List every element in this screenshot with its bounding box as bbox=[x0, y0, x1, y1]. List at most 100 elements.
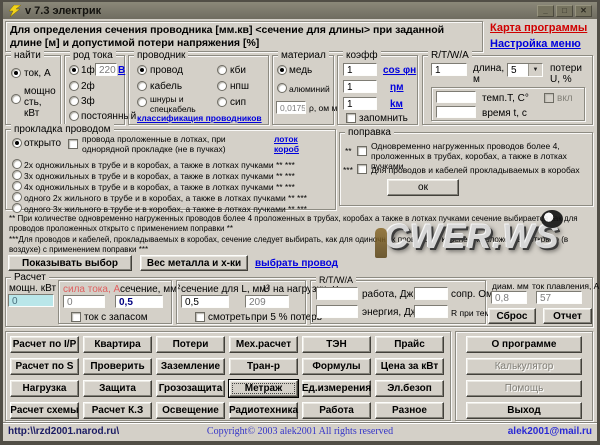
watch-checkbox[interactable] bbox=[195, 312, 205, 322]
wire-radio[interactable] bbox=[137, 65, 147, 75]
menu-raschet-skhemy-button[interactable]: Расчет схемы bbox=[10, 402, 79, 419]
eta-field[interactable]: 1 bbox=[343, 80, 377, 93]
menu-osveshchenie-button[interactable]: Освещение bbox=[156, 402, 225, 419]
minimize-button[interactable]: _ bbox=[537, 5, 554, 17]
menu-el-bezop-button[interactable]: Эл.безоп bbox=[375, 380, 444, 397]
menu-raschet-kz-button[interactable]: Расчет К.З bbox=[83, 402, 152, 419]
reset-button[interactable]: Сброс bbox=[488, 308, 536, 324]
conductor-classification-link[interactable]: классификация проводников bbox=[137, 113, 262, 123]
k-link[interactable]: kм bbox=[390, 99, 403, 110]
report-button[interactable]: Отчет bbox=[543, 308, 592, 324]
calculator-button[interactable]: Калькулятор bbox=[466, 358, 582, 375]
menu-grozozashchita-button[interactable]: Грозозащита bbox=[156, 380, 225, 397]
show-selection-button[interactable]: Показывать выбор bbox=[8, 255, 132, 271]
exit-button[interactable]: Выход bbox=[466, 402, 582, 419]
menu-settings-link[interactable]: Настройка меню bbox=[490, 39, 581, 50]
r-at-temp-field[interactable] bbox=[414, 305, 448, 318]
melting-current-field[interactable]: 57 bbox=[536, 291, 582, 304]
work-field[interactable] bbox=[316, 287, 358, 300]
program-map-link[interactable]: Карта программы bbox=[490, 23, 587, 34]
current-value-field[interactable]: 0 bbox=[63, 295, 105, 308]
email-link[interactable]: alek2001@mail.ru bbox=[508, 426, 592, 437]
correction-checkbox-1[interactable] bbox=[357, 146, 367, 156]
resistivity-field[interactable]: 0,0175 bbox=[276, 101, 306, 114]
menu-poteri-button[interactable]: Потери bbox=[156, 336, 225, 353]
menu-radiotekhnika-button[interactable]: Радиотехника bbox=[229, 402, 298, 419]
menu-metrazh-button[interactable]: Метраж bbox=[229, 380, 298, 397]
k-field[interactable]: 1 bbox=[343, 97, 377, 110]
tray-single-row-checkbox[interactable] bbox=[68, 139, 78, 149]
aluminum-radio[interactable] bbox=[277, 83, 287, 93]
choose-wire-link[interactable]: выбрать провод bbox=[255, 258, 338, 269]
menu-ten-button[interactable]: ТЭН bbox=[302, 336, 371, 353]
help-button[interactable]: Помощь bbox=[466, 380, 582, 397]
phase3-label: 3ф bbox=[81, 96, 95, 107]
temperature-field[interactable] bbox=[436, 91, 476, 103]
menu-proverit-button[interactable]: Проверить bbox=[83, 358, 152, 375]
phase2-radio[interactable] bbox=[69, 81, 79, 91]
correction-label-2: Для проводов и кабелей прокладываемых в … bbox=[371, 165, 580, 175]
menu-rabota-button[interactable]: Работа bbox=[302, 402, 371, 419]
laying-open-radio[interactable] bbox=[12, 138, 22, 148]
remember-checkbox[interactable] bbox=[346, 113, 356, 123]
maximize-button[interactable]: □ bbox=[556, 5, 573, 17]
kbi-radio[interactable] bbox=[217, 65, 227, 75]
copper-radio[interactable] bbox=[277, 65, 287, 75]
menu-raznoe-button[interactable]: Разное bbox=[375, 402, 444, 419]
correction-checkbox-2[interactable] bbox=[357, 164, 367, 174]
length-field[interactable]: 1 bbox=[431, 63, 467, 76]
current-reserve-checkbox[interactable] bbox=[71, 312, 81, 322]
section-length-field[interactable]: 0,5 bbox=[181, 295, 229, 308]
menu-mekh-raschet-button[interactable]: Мех.расчет bbox=[229, 336, 298, 353]
section-field[interactable]: 0,5 bbox=[115, 295, 163, 308]
menu-ed-izmereniya-button[interactable]: Ед.измерения bbox=[302, 380, 371, 397]
voltage-field[interactable]: 220 bbox=[95, 63, 117, 76]
chevron-down-icon[interactable]: ▼ bbox=[528, 64, 542, 76]
diameter-field[interactable]: 0,8 bbox=[491, 291, 527, 304]
menu-cena-kvt-button[interactable]: Цена за кВт bbox=[375, 358, 444, 375]
cords-radio[interactable] bbox=[137, 97, 147, 107]
menu-nagruzka-button[interactable]: Нагрузка bbox=[10, 380, 79, 397]
resistance-field[interactable] bbox=[414, 287, 448, 300]
menu-raschet-s-button[interactable]: Расчет по S bbox=[10, 358, 79, 375]
laying-option-radio-5[interactable] bbox=[12, 203, 22, 213]
menu-prais-button[interactable]: Прайс bbox=[375, 336, 444, 353]
menu-zashchita-button[interactable]: Защита bbox=[83, 380, 152, 397]
menu-tran-r-button[interactable]: Тран-р bbox=[229, 358, 298, 375]
aluminum-label: алюминий bbox=[289, 84, 330, 94]
npsh-radio[interactable] bbox=[217, 81, 227, 91]
laying-option-radio-2[interactable] bbox=[12, 170, 22, 180]
cable-radio[interactable] bbox=[137, 81, 147, 91]
menu-zazemlenie-button[interactable]: Заземление bbox=[156, 358, 225, 375]
laying-option-radio-1[interactable] bbox=[12, 159, 22, 169]
about-button[interactable]: О программе bbox=[466, 336, 582, 353]
find-current-radio[interactable] bbox=[11, 68, 21, 78]
time-field[interactable] bbox=[436, 106, 476, 118]
close-button[interactable]: ✕ bbox=[575, 5, 592, 17]
dc-radio[interactable] bbox=[69, 111, 79, 121]
loss-select[interactable]: 5 ▼ bbox=[507, 63, 543, 77]
cos-phi-field[interactable]: 1 bbox=[343, 63, 377, 76]
tray-link[interactable]: лоток bbox=[274, 134, 298, 144]
menu-formuly-button[interactable]: Формулы bbox=[302, 358, 371, 375]
correction-ok-button[interactable]: ок bbox=[387, 179, 459, 196]
work-label: работа, Дж bbox=[362, 289, 413, 300]
section-length-label: сечение для L, мм² bbox=[181, 284, 270, 295]
power-field[interactable]: 0 bbox=[8, 294, 54, 307]
box-link[interactable]: короб bbox=[274, 144, 299, 154]
laying-option-radio-4[interactable] bbox=[12, 192, 22, 202]
temp-on-checkbox[interactable] bbox=[544, 93, 554, 103]
menu-raschet-ip-button[interactable]: Расчет по I/P bbox=[10, 336, 79, 353]
sip-radio[interactable] bbox=[217, 97, 227, 107]
phase1-radio[interactable] bbox=[69, 65, 79, 75]
cos-phi-link[interactable]: cos φн bbox=[383, 65, 416, 76]
laying-option-radio-3[interactable] bbox=[12, 181, 22, 191]
voltage-link[interactable]: В bbox=[118, 65, 125, 76]
phase3-radio[interactable] bbox=[69, 96, 79, 106]
find-power-radio[interactable] bbox=[11, 94, 21, 104]
u-load-field[interactable]: 209 bbox=[245, 295, 289, 308]
menu-kvartira-button[interactable]: Квартира bbox=[83, 336, 152, 353]
energy-field[interactable] bbox=[316, 305, 358, 318]
metal-weight-button[interactable]: Вес металла и х-ки bbox=[140, 255, 248, 271]
eta-link[interactable]: ηм bbox=[390, 82, 404, 93]
